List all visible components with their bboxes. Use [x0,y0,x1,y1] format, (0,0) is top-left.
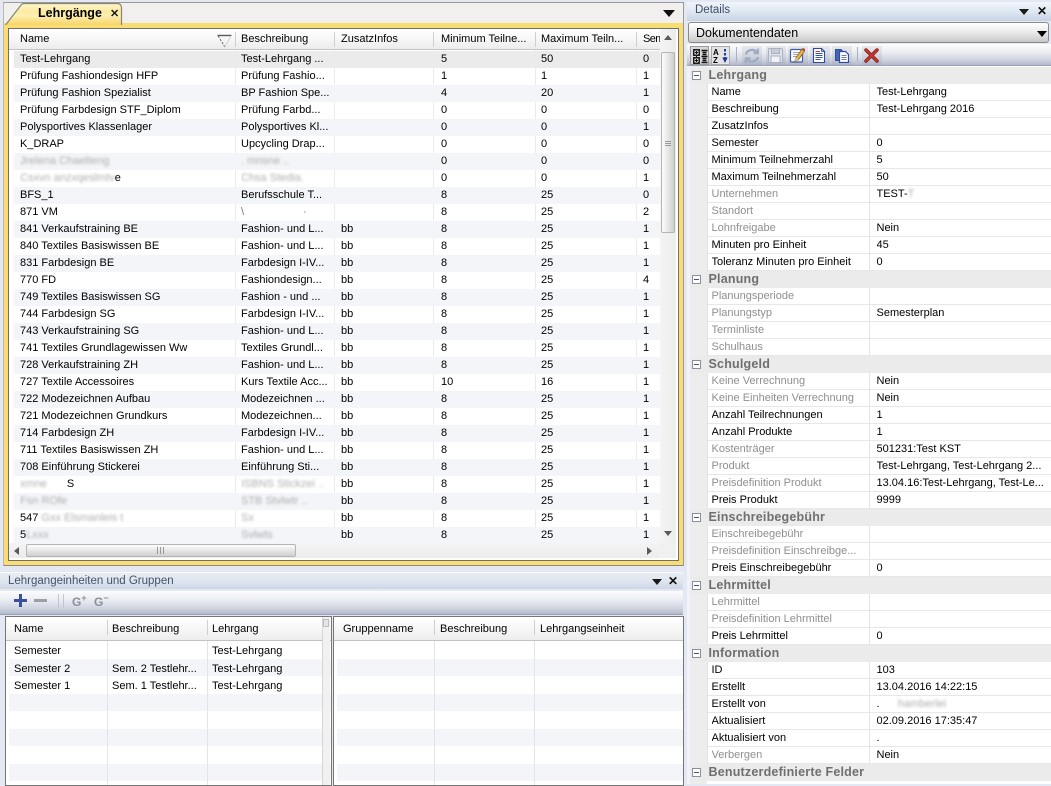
svg-text:Z: Z [713,56,718,64]
